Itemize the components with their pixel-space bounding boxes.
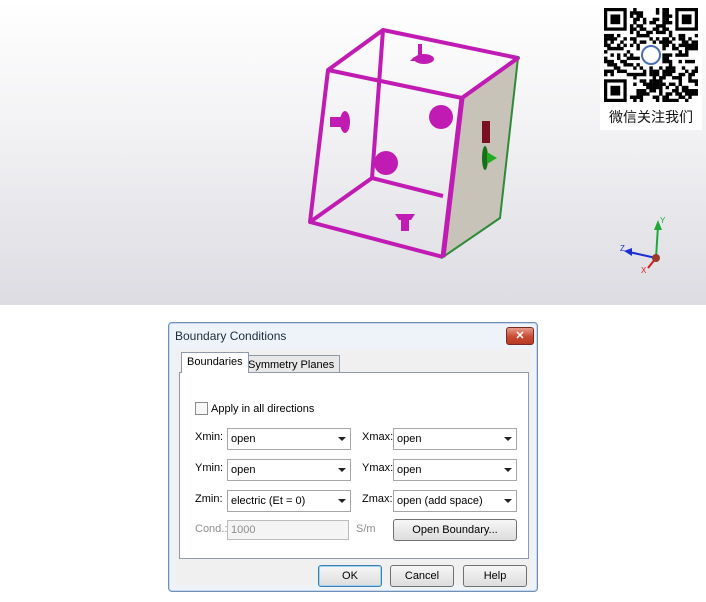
ymax-select[interactable]: open [393,459,517,481]
dialog-title: Boundary Conditions [175,329,287,343]
dialog-client: Boundaries Symmetry Planes Apply in all … [175,349,531,587]
xmax-label: Xmax: [362,431,394,443]
zmin-select[interactable]: electric (Et = 0) [227,490,351,512]
chevron-down-icon [504,499,512,503]
dialog-titlebar[interactable]: Boundary Conditions ✕ [169,323,537,347]
cond-unit: S/m [356,523,376,535]
chevron-down-icon [338,437,346,441]
open-boundary-button[interactable]: Open Boundary... [393,519,517,541]
axis-y-label: Y [660,216,666,225]
ymax-value: open [397,464,422,476]
open-boundary-markers [330,44,453,231]
chevron-down-icon [338,468,346,472]
ymin-label: Ymin: [195,462,224,474]
xmax-value: open [397,433,422,445]
ymin-value: open [231,464,256,476]
zmax-label: Zmax: [362,493,393,505]
xmax-select[interactable]: open [393,428,517,450]
cancel-button[interactable]: Cancel [390,565,454,587]
chevron-down-icon [338,499,346,503]
boundary-conditions-dialog: Boundary Conditions ✕ Boundaries Symmetr… [168,322,538,592]
zmin-label: Zmin: [195,493,223,505]
qr-code-block: 微信关注我们 [600,4,702,130]
apply-all-label: Apply in all directions [211,403,315,415]
axis-x-label: X [641,266,647,275]
side-marker [482,121,490,143]
xmin-value: open [231,433,256,445]
apply-all-checkbox[interactable] [195,402,208,415]
help-button[interactable]: Help [463,565,527,587]
axis-z-label: Z [620,244,625,253]
qr-code-image [604,8,698,102]
qr-caption: 微信关注我们 [609,109,693,125]
cond-value: 1000 [231,524,256,536]
bottom-front-edge [309,220,444,259]
zmin-value: electric (Et = 0) [231,495,306,507]
close-button[interactable]: ✕ [506,327,534,345]
ymin-select[interactable]: open [227,459,351,481]
zmax-select[interactable]: open (add space) [393,490,517,512]
tab-boundaries[interactable]: Boundaries [181,352,249,373]
zmax-value: open (add space) [397,495,483,507]
xmin-select[interactable]: open [227,428,351,450]
chevron-down-icon [504,468,512,472]
axis-triad [624,220,662,269]
chevron-down-icon [504,437,512,441]
cond-input[interactable]: 1000 [227,520,349,540]
qr-center-logo [641,45,661,65]
boundaries-panel: Apply in all directions Xmin: open Xmax:… [179,372,529,559]
xmin-label: Xmin: [195,431,224,443]
cond-label: Cond.: [195,523,228,535]
ok-button[interactable]: OK [318,565,382,587]
bottom-back-edge [371,176,444,198]
ymax-label: Ymax: [362,462,394,474]
